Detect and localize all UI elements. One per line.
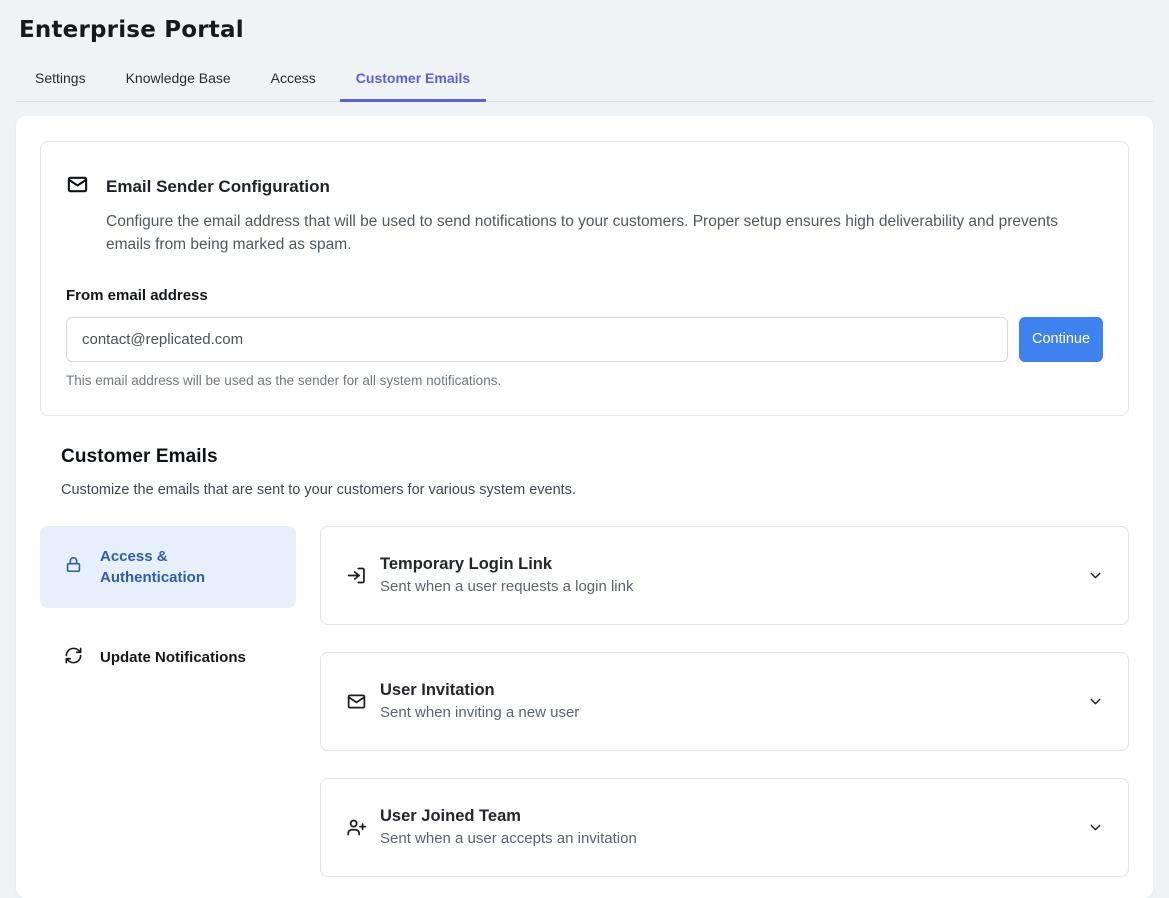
chevron-down-icon[interactable] xyxy=(1087,819,1104,836)
chevron-down-icon[interactable] xyxy=(1087,693,1104,710)
main-panel: Email Sender Configuration Configure the… xyxy=(16,116,1153,898)
email-card-user-joined-team[interactable]: User Joined Team Sent when a user accept… xyxy=(320,778,1129,877)
email-card-subtitle: Sent when inviting a new user xyxy=(380,704,1087,721)
tab-knowledge-base[interactable]: Knowledge Base xyxy=(110,64,247,101)
tab-bar: Settings Knowledge Base Access Customer … xyxy=(16,64,1153,102)
mail-icon xyxy=(66,173,89,201)
email-card-subtitle: Sent when a user accepts an invitation xyxy=(380,830,1087,847)
login-icon xyxy=(346,565,367,586)
sidebar-item-label: Access & Authentication xyxy=(100,546,240,588)
email-card-subtitle: Sent when a user requests a login link xyxy=(380,578,1087,595)
lock-icon xyxy=(64,555,83,578)
from-email-input[interactable] xyxy=(66,317,1008,362)
email-category-sidebar: Access & Authentication Update Notificat… xyxy=(40,526,296,877)
sender-config-title: Email Sender Configuration xyxy=(106,177,330,197)
tab-customer-emails[interactable]: Customer Emails xyxy=(340,64,486,101)
from-email-helper-text: This email address will be used as the s… xyxy=(66,373,1103,388)
page-title: Enterprise Portal xyxy=(19,17,1150,43)
customer-emails-title: Customer Emails xyxy=(61,446,1129,468)
tab-access[interactable]: Access xyxy=(255,64,332,101)
tab-settings[interactable]: Settings xyxy=(19,64,102,101)
email-card-title: User Invitation xyxy=(380,681,1087,700)
email-card-title: User Joined Team xyxy=(380,807,1087,826)
refresh-icon xyxy=(64,646,83,669)
sender-config-description: Configure the email address that will be… xyxy=(106,210,1086,257)
customer-emails-subtitle: Customize the emails that are sent to yo… xyxy=(61,482,1129,498)
user-plus-icon xyxy=(346,817,367,838)
sidebar-item-update-notifications[interactable]: Update Notifications xyxy=(40,632,296,683)
email-card-user-invitation[interactable]: User Invitation Sent when inviting a new… xyxy=(320,652,1129,751)
sidebar-item-label: Update Notifications xyxy=(100,649,246,666)
mail-icon xyxy=(346,691,367,712)
continue-button[interactable]: Continue xyxy=(1019,317,1103,362)
chevron-down-icon[interactable] xyxy=(1087,567,1104,584)
email-card-title: Temporary Login Link xyxy=(380,555,1087,574)
from-email-label: From email address xyxy=(66,287,1103,304)
email-card-temporary-login-link[interactable]: Temporary Login Link Sent when a user re… xyxy=(320,526,1129,625)
page-header: Enterprise Portal xyxy=(0,0,1169,43)
sidebar-item-access-authentication[interactable]: Access & Authentication xyxy=(40,526,296,608)
email-template-list: Temporary Login Link Sent when a user re… xyxy=(320,526,1129,877)
email-sender-config-card: Email Sender Configuration Configure the… xyxy=(40,141,1129,416)
